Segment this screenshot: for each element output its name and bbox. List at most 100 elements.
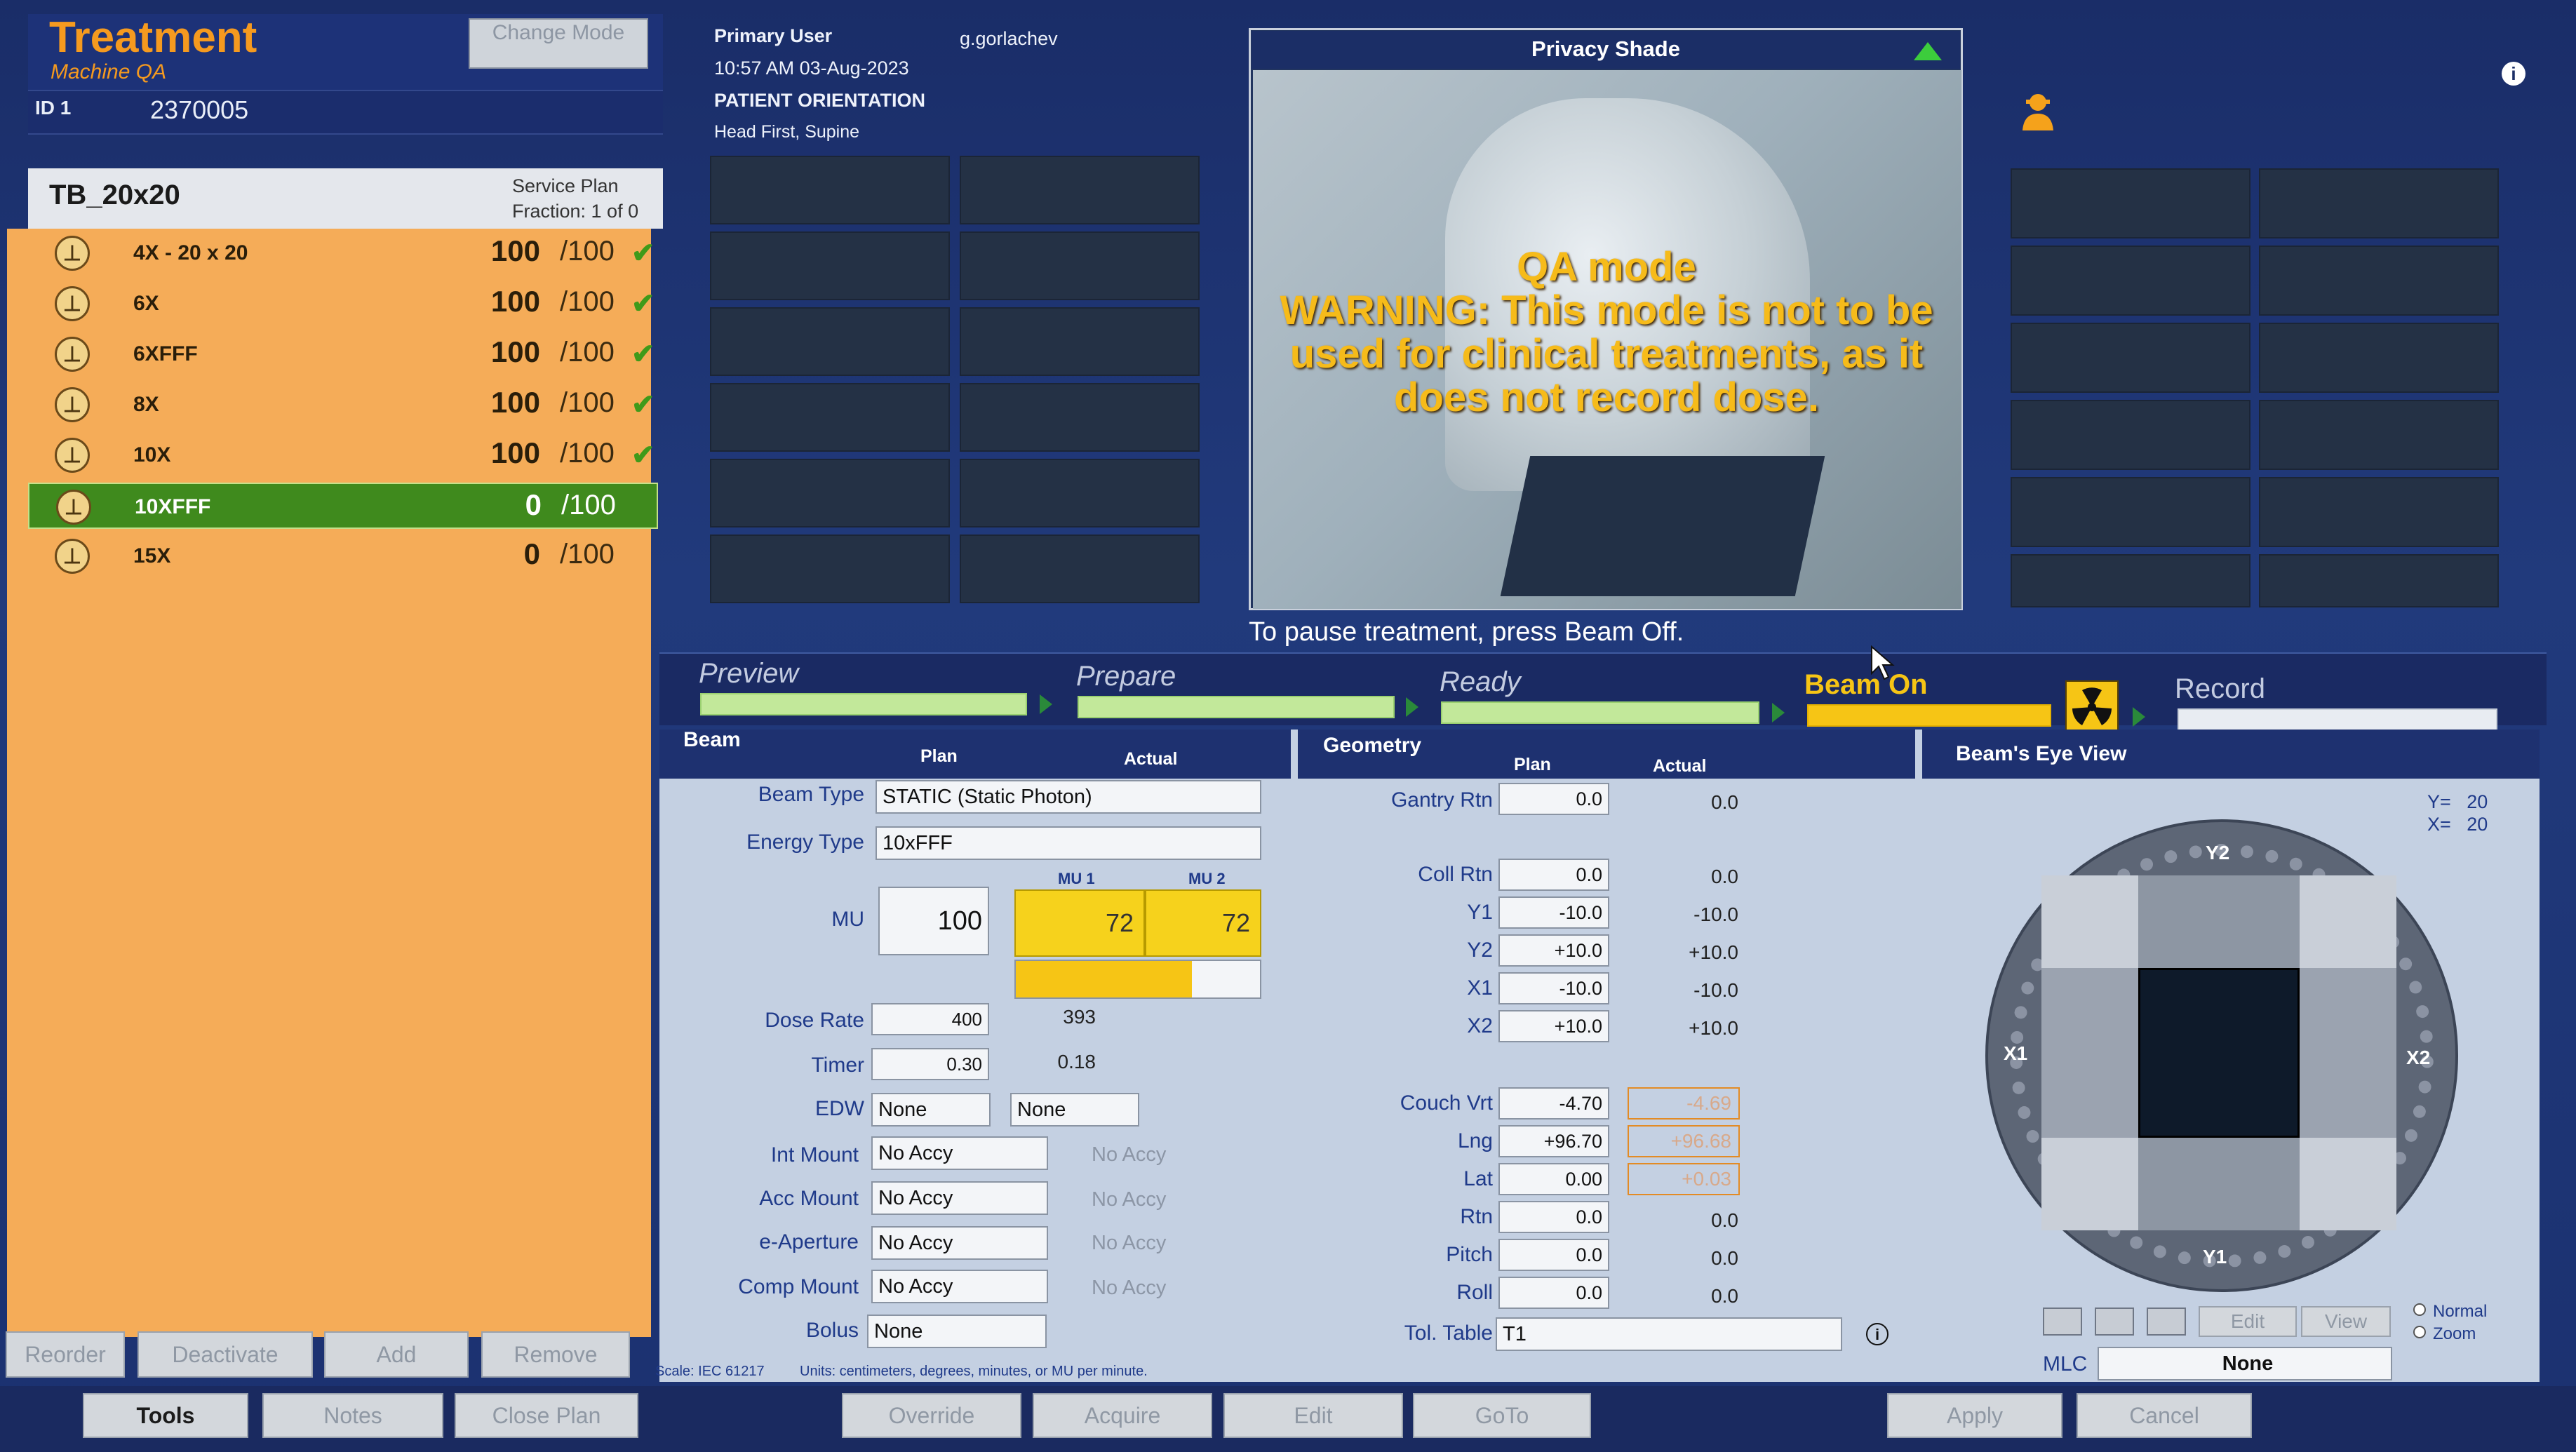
image-slot[interactable] (960, 307, 1200, 376)
image-slot[interactable] (710, 535, 950, 603)
goto-button[interactable]: GoTo (1413, 1393, 1591, 1438)
radiation-icon (2065, 680, 2119, 731)
image-slot[interactable] (710, 383, 950, 452)
geo-plan[interactable]: +10.0 (1498, 1010, 1609, 1042)
geometry-actual-col: Actual (1653, 756, 1707, 776)
image-slot[interactable] (2011, 477, 2250, 547)
field-row[interactable]: ⊥ 6X 100 /100 ✔ (28, 281, 658, 327)
mu1-value: 72 (1014, 889, 1145, 957)
image-slot[interactable] (960, 383, 1200, 452)
warning-line: QA mode (1517, 244, 1696, 290)
geo-label: Y2 (1467, 939, 1493, 962)
geo-plan[interactable]: 0.0 (1498, 783, 1609, 815)
field-row[interactable]: ⊥ 4X - 20 x 20 100 /100 ✔ (28, 230, 658, 276)
geo-plan[interactable]: +96.70 (1498, 1125, 1609, 1157)
image-slot[interactable] (710, 231, 950, 300)
beam-type-field[interactable]: STATIC (Static Photon) (876, 780, 1261, 814)
image-slot[interactable] (960, 231, 1200, 300)
e-aperture-plan[interactable]: No Accy (871, 1226, 1048, 1260)
tol-table-field[interactable]: T1 (1496, 1317, 1842, 1351)
comp-mount-plan[interactable]: No Accy (871, 1270, 1048, 1303)
image-slot[interactable] (960, 459, 1200, 527)
image-slot[interactable] (710, 459, 950, 527)
bolus-plan[interactable]: None (867, 1315, 1047, 1348)
normal-radio[interactable] (2413, 1303, 2426, 1316)
image-slot[interactable] (2259, 323, 2499, 393)
field-row[interactable]: ⊥ 6XFFF 100 /100 ✔ (28, 331, 658, 377)
remove-button[interactable]: Remove (481, 1331, 630, 1378)
geo-actual: +0.03 (1628, 1163, 1740, 1195)
notes-button[interactable]: Notes (262, 1393, 443, 1438)
mu-label: MU (831, 908, 864, 931)
geo-actual: +10.0 (1689, 1017, 1738, 1039)
image-slot[interactable] (2259, 246, 2499, 316)
acquire-button[interactable]: Acquire (1033, 1393, 1212, 1438)
info-icon[interactable]: i (1866, 1323, 1889, 1345)
geo-plan[interactable]: +10.0 (1498, 934, 1609, 967)
deactivate-button[interactable]: Deactivate (137, 1331, 313, 1378)
close-plan-button[interactable]: Close Plan (455, 1393, 638, 1438)
geo-actual: 0.0 (1711, 866, 1738, 887)
bev-tool-icon[interactable] (2043, 1308, 2082, 1336)
mu1-label: MU 1 (1058, 870, 1095, 887)
collapse-icon[interactable] (1914, 42, 1942, 60)
beam-type-label: Beam Type (758, 783, 864, 806)
bev-tool-icon[interactable] (2147, 1308, 2186, 1336)
bev-tool-icon[interactable] (2095, 1308, 2134, 1336)
geo-plan[interactable]: -10.0 (1498, 896, 1609, 929)
zoom-radio[interactable] (2413, 1326, 2426, 1338)
bev-view-button[interactable]: View (2301, 1306, 2391, 1337)
bolus-label: Bolus (805, 1319, 859, 1342)
mu-plan-field[interactable]: 100 (878, 887, 989, 955)
jaw-corner (2300, 875, 2396, 968)
geo-plan[interactable]: 0.0 (1498, 1277, 1609, 1309)
apply-button[interactable]: Apply (1887, 1393, 2062, 1438)
field-row-selected[interactable]: ⊥ 10XFFF 0 /100 (28, 483, 658, 529)
image-slot[interactable] (2259, 168, 2499, 238)
int-mount-plan[interactable]: No Accy (871, 1136, 1048, 1170)
edw-plan[interactable]: None (871, 1093, 991, 1127)
tools-button[interactable]: Tools (83, 1393, 248, 1438)
add-button[interactable]: Add (324, 1331, 469, 1378)
override-button[interactable]: Override (842, 1393, 1021, 1438)
bev-edit-button[interactable]: Edit (2199, 1306, 2297, 1337)
field-row[interactable]: ⊥ 8X 100 /100 ✔ (28, 382, 658, 428)
stage-ready-bar (1441, 701, 1759, 724)
image-slot[interactable] (710, 307, 950, 376)
reorder-button[interactable]: Reorder (6, 1331, 125, 1378)
energy-type-field[interactable]: 10xFFF (876, 826, 1261, 860)
stage-arrow-icon (1040, 694, 1052, 714)
image-slot[interactable] (960, 156, 1200, 224)
image-slot[interactable] (710, 156, 950, 224)
geo-plan[interactable]: 0.0 (1498, 859, 1609, 891)
mu2-value: 72 (1145, 889, 1261, 957)
timer-plan[interactable]: 0.30 (871, 1048, 989, 1080)
change-mode-button[interactable]: Change Mode (469, 18, 648, 69)
acc-mount-plan[interactable]: No Accy (871, 1181, 1048, 1215)
image-slot[interactable] (2259, 477, 2499, 547)
field-name: 4X - 20 x 20 (133, 241, 248, 264)
mlc-field[interactable]: None (2098, 1347, 2392, 1380)
info-icon[interactable]: i (2502, 62, 2525, 86)
image-slot[interactable] (960, 535, 1200, 603)
edit-button[interactable]: Edit (1223, 1393, 1403, 1438)
image-slot[interactable] (2011, 246, 2250, 316)
image-slot[interactable] (2259, 400, 2499, 470)
image-slot[interactable] (2259, 554, 2499, 607)
mouse-cursor-icon (1870, 645, 1896, 680)
mu2-label: MU 2 (1188, 870, 1226, 887)
image-slot[interactable] (2011, 400, 2250, 470)
field-row[interactable]: ⊥ 10X 100 /100 ✔ (28, 432, 658, 478)
geo-plan[interactable]: -10.0 (1498, 972, 1609, 1004)
geo-plan[interactable]: -4.70 (1498, 1087, 1609, 1120)
geo-plan[interactable]: 0.0 (1498, 1201, 1609, 1233)
dose-rate-plan[interactable]: 400 (871, 1003, 989, 1035)
cancel-button[interactable]: Cancel (2077, 1393, 2252, 1438)
image-slot[interactable] (2011, 554, 2250, 607)
geo-plan[interactable]: 0.0 (1498, 1239, 1609, 1271)
image-slot[interactable] (2011, 168, 2250, 238)
geo-plan[interactable]: 0.00 (1498, 1163, 1609, 1195)
geo-label: X1 (1467, 976, 1493, 1000)
field-row[interactable]: ⊥ 15X 0 /100 (28, 533, 658, 579)
image-slot[interactable] (2011, 323, 2250, 393)
